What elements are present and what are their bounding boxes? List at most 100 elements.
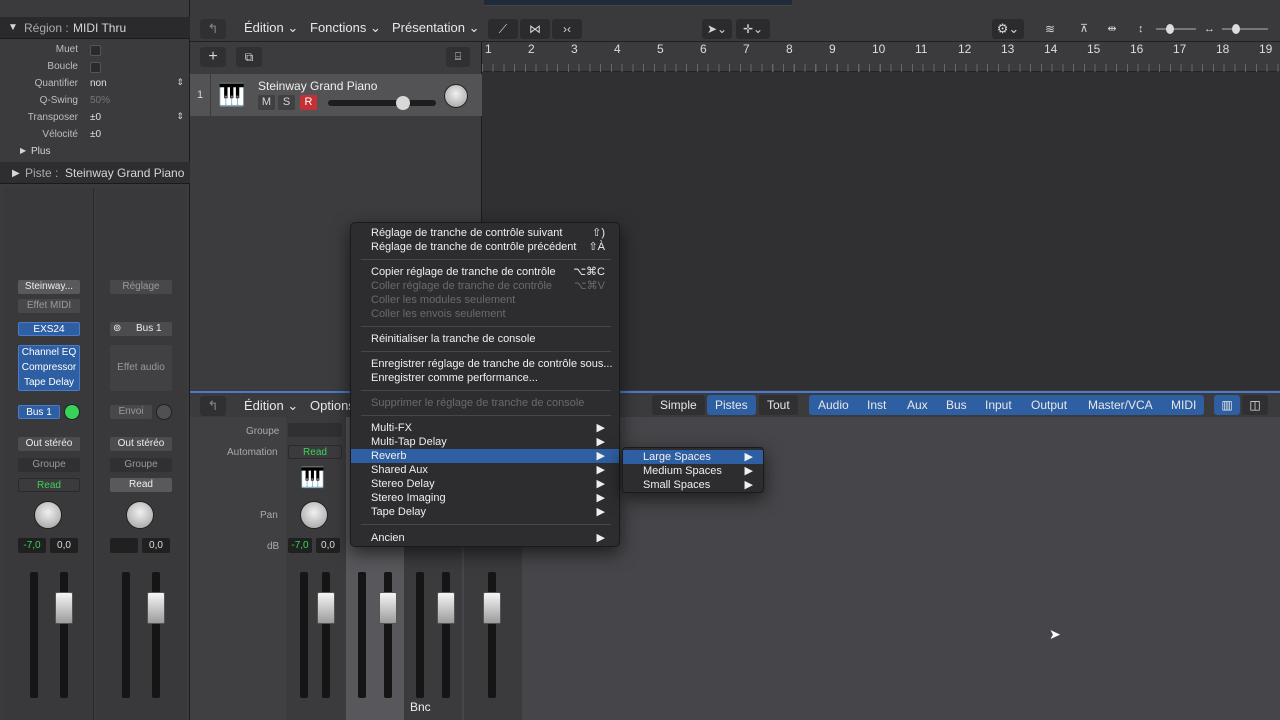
menu-item-legacy[interactable]: Ancien ▶ (351, 531, 619, 545)
record-button[interactable]: R (300, 95, 317, 110)
param-row[interactable]: Vélocité ±0 (0, 127, 190, 144)
ruler-bar-number[interactable]: 13 (1001, 42, 1014, 56)
track-name[interactable]: Steinway Grand Piano (258, 79, 377, 93)
loop-checkbox[interactable] (90, 62, 101, 73)
horizontal-zoom-slider[interactable] (1222, 24, 1268, 34)
menu-item-stereo-imaging[interactable]: Stereo Imaging ▶ (351, 491, 619, 505)
mixer-edit-menu[interactable]: Édition ⌄ (244, 398, 298, 414)
duplicate-track-button[interactable]: ⧉ (236, 47, 262, 67)
fx-slot[interactable]: Tape Delay (19, 376, 79, 391)
waveform-zoom-icon[interactable]: ≋ (1038, 19, 1062, 39)
pan-knob[interactable] (34, 501, 62, 529)
vertical-zoom-slider[interactable] (1156, 24, 1196, 34)
automation-curve-icon[interactable]: ⟋ (488, 19, 518, 39)
ruler-bar-number[interactable]: 2 (528, 42, 535, 56)
volume-fader-track[interactable] (152, 572, 160, 698)
slider-thumb[interactable] (396, 96, 410, 110)
volume-fader-track[interactable] (442, 572, 450, 698)
param-row[interactable]: Transposer ±0 ⇕ (0, 110, 190, 127)
menu-item-save-setting-as[interactable]: Enregistrer réglage de tranche de contrô… (351, 357, 619, 371)
automation-mode[interactable]: Read (110, 478, 172, 492)
slider-thumb[interactable] (1166, 24, 1174, 34)
group-slot[interactable]: Groupe (18, 458, 80, 472)
midi-fx-slot[interactable]: Effet MIDI (18, 299, 80, 313)
setting-button[interactable]: Réglage (110, 280, 172, 294)
filter-bus[interactable]: Bus (938, 395, 975, 415)
fx-slot[interactable]: Channel EQ (19, 346, 79, 361)
instrument-slot[interactable]: EXS24 (18, 322, 80, 336)
volume-fader-track[interactable] (488, 572, 496, 698)
filter-master-vca[interactable]: Master/VCA (1080, 395, 1161, 415)
track-pan-knob[interactable] (444, 84, 468, 108)
param-row[interactable]: Quantifier non ⇕ (0, 76, 190, 93)
ruler-bar-number[interactable]: 12 (958, 42, 971, 56)
ruler-bar-number[interactable]: 6 (700, 42, 707, 56)
ruler-bar-number[interactable]: 3 (571, 42, 578, 56)
ruler-bar-number[interactable]: 7 (743, 42, 750, 56)
automation-mode[interactable]: Read (18, 478, 80, 492)
output-slot[interactable]: Out stéréo (18, 437, 80, 451)
qswing-value[interactable]: 50% (90, 95, 110, 106)
send-slot[interactable]: Envoi (110, 405, 152, 419)
quantize-value[interactable]: non (90, 78, 107, 89)
group-slot[interactable] (288, 423, 342, 437)
volume-readout[interactable]: -7,0 (18, 538, 46, 553)
menu-item-save-as-performance[interactable]: Enregistrer comme performance... (351, 371, 619, 385)
filter-input[interactable]: Input (977, 395, 1020, 415)
back-arrow-icon[interactable]: ↰ (200, 19, 226, 39)
more-disclosure[interactable]: ▶ Plus (0, 144, 190, 161)
send-level-knob[interactable] (64, 404, 80, 420)
volume-fader-cap[interactable] (437, 592, 455, 624)
setting-button[interactable]: Steinway... (18, 280, 80, 294)
vertical-zoom-icon[interactable]: ↕ (1138, 19, 1152, 39)
slider-thumb[interactable] (1232, 24, 1240, 34)
volume-fader-track[interactable] (384, 572, 392, 698)
fx-slot[interactable]: Compressor (19, 361, 79, 376)
group-slot[interactable]: Groupe (110, 458, 172, 472)
volume-readout[interactable]: -7,0 (288, 538, 312, 553)
volume-fader-track[interactable] (60, 572, 68, 698)
ruler-bar-number[interactable]: 16 (1130, 42, 1143, 56)
track-volume-slider[interactable] (328, 96, 436, 110)
menu-item-reset-strip[interactable]: Réinitialiser la tranche de console (351, 332, 619, 346)
ruler-bar-number[interactable]: 1 (485, 42, 492, 56)
submenu-item-large-spaces[interactable]: Large Spaces ▶ (623, 450, 763, 464)
send-slot[interactable]: Bus 1 (18, 405, 60, 419)
ruler-bar-number[interactable]: 19 (1259, 42, 1272, 56)
ruler-bar-number[interactable]: 8 (786, 42, 793, 56)
menu-item-multi-fx[interactable]: Multi-FX ▶ (351, 421, 619, 435)
send-level-knob[interactable] (156, 404, 172, 420)
view-all[interactable]: Tout (759, 395, 798, 415)
pan-knob[interactable] (300, 501, 328, 529)
pan-readout[interactable]: 0,0 (142, 538, 170, 553)
ruler-bar-number[interactable]: 18 (1216, 42, 1229, 56)
filter-audio[interactable]: Audio (810, 395, 857, 415)
view-menu[interactable]: Présentation ⌄ (392, 20, 480, 36)
mute-button[interactable]: M (258, 95, 275, 110)
flex-icon[interactable]: ⋈ (520, 19, 550, 39)
vertical-fit-icon[interactable]: ⊼ (1074, 19, 1094, 39)
menu-item-previous-setting[interactable]: Réglage de tranche de contrôle précédent… (351, 240, 619, 254)
automation-mode[interactable]: Read (288, 445, 342, 459)
mixer-options-menu[interactable]: Options (310, 398, 355, 413)
ruler-bar-number[interactable]: 14 (1044, 42, 1057, 56)
settings-gear-icon[interactable]: ⚙⌄ (992, 19, 1024, 39)
volume-fader-track[interactable] (322, 572, 330, 698)
stepper-icon[interactable]: ⇕ (176, 111, 184, 122)
region-header[interactable]: ▼ Région : MIDI Thru (0, 17, 190, 39)
ruler-bar-number[interactable]: 5 (657, 42, 664, 56)
global-tracks-button[interactable]: ⌸ (446, 47, 470, 67)
edit-menu[interactable]: Édition ⌄ (244, 20, 298, 36)
back-arrow-icon[interactable]: ↰ (200, 396, 226, 416)
menu-item-copy-setting[interactable]: Copier réglage de tranche de contrôle ⌥⌘C (351, 265, 619, 279)
submenu-item-small-spaces[interactable]: Small Spaces ▶ (623, 478, 763, 492)
ruler-bar-number[interactable]: 4 (614, 42, 621, 56)
velocity-value[interactable]: ±0 (90, 129, 101, 140)
ruler-bar-number[interactable]: 11 (915, 42, 927, 56)
ruler-bar-number[interactable]: 15 (1087, 42, 1100, 56)
filter-inst[interactable]: Inst (859, 395, 895, 415)
menu-item-next-setting[interactable]: Réglage de tranche de contrôle suivant ⇧) (351, 226, 619, 240)
audio-fx-slot[interactable]: Effet audio (110, 345, 172, 391)
horizontal-fit-icon[interactable]: ⇹ (1102, 19, 1122, 39)
ruler-bar-number[interactable]: 9 (829, 42, 836, 56)
